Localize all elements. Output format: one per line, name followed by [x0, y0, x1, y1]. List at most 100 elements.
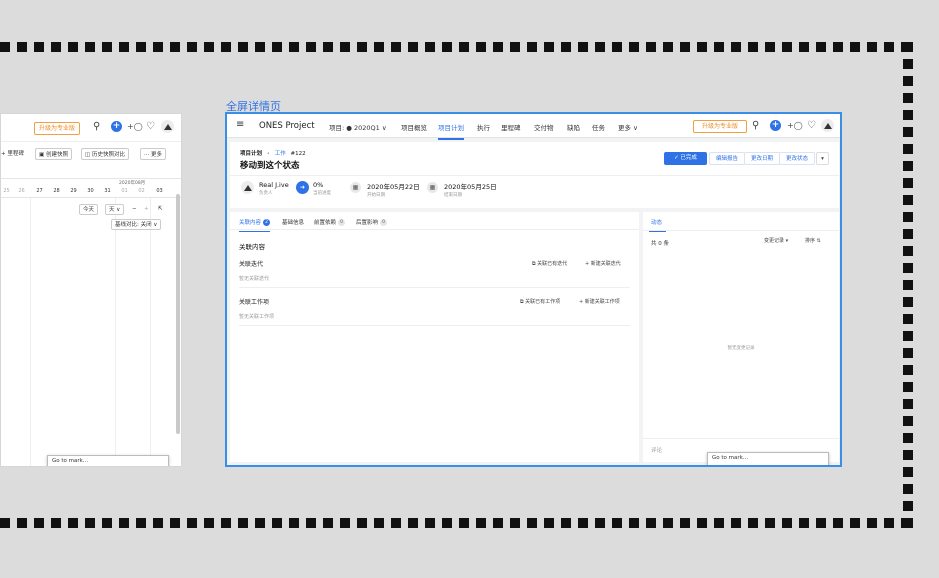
tab-basic-info[interactable]: 基础信息 — [282, 218, 304, 226]
link-existing-workitem-button[interactable]: ⧉ 关联已有工作项 — [520, 298, 560, 305]
edit-report-button[interactable]: 编辑报告 — [709, 152, 746, 165]
add-member-icon[interactable]: +◯ — [787, 121, 803, 131]
avatar[interactable] — [821, 119, 834, 132]
calendar-header: 2020年08月 25 26 27 28 29 30 31 01 02 03 — [1, 178, 181, 198]
nav-item-more[interactable]: 更多 ∨ — [618, 122, 638, 132]
search-icon[interactable]: ⚲ — [752, 121, 759, 131]
calendar-month: 2020年08月 — [119, 181, 146, 186]
nav-item-deliverable[interactable]: 交付物 — [534, 122, 554, 132]
more-button[interactable]: ··· 更多 — [140, 148, 166, 160]
change-log-filter[interactable]: 变更记录 ▾ — [761, 237, 791, 247]
tab-predecessor[interactable]: 前置依赖 0 — [314, 218, 346, 226]
gantt-column-line — [30, 198, 31, 466]
history-compare-button[interactable]: ◫ 历史快照对比 — [81, 148, 129, 160]
upgrade-button[interactable]: 升级为专业版 — [693, 120, 748, 133]
progress-arrow-icon: ➜ — [296, 181, 309, 194]
zoom-in-button[interactable]: + — [144, 203, 149, 215]
nav-item-defect[interactable]: 缺陷 — [567, 122, 580, 132]
calendar-day: 29 — [70, 188, 77, 194]
goto-mark-popup[interactable]: Go to mark... — [707, 452, 829, 465]
zoom-out-button[interactable]: − — [132, 203, 137, 215]
goto-mark-popup[interactable]: Go to mark... — [47, 455, 169, 466]
workitem-label: 关联工作项 — [239, 299, 270, 306]
tab-count-badge: 0 — [338, 219, 346, 226]
gantt-column-line — [115, 198, 116, 466]
owner-field[interactable]: Real J.ive 负责人 — [259, 181, 289, 196]
more-actions-dropdown[interactable]: ▾ — [816, 152, 829, 165]
related-content-panel: 关联内容 2 基础信息 前置依赖 0 后置影响 0 关联内容 关联迭代 ⧉ 关联已有迭… — [230, 212, 639, 462]
left-top-nav: 升级为专业版 ⚲ + +◯ ♡ — [1, 114, 181, 142]
nav-item-milestone[interactable]: 里程碑 — [501, 122, 521, 132]
dashed-frame-top — [0, 42, 912, 52]
tab-related[interactable]: 关联内容 2 — [239, 218, 271, 232]
bell-icon[interactable]: ♡ — [807, 121, 816, 131]
calendar-day: 02 — [138, 188, 145, 194]
tab-activity[interactable]: 动态 — [648, 218, 667, 232]
time-unit-select[interactable]: 天 ∨ — [105, 204, 125, 215]
work-item-header: 项目计划 • 工作 #122 移动到这个状态 ✓ 已完成 编辑报告 更改日期 更… — [230, 142, 839, 208]
change-date-button[interactable]: 更改日期 — [744, 152, 781, 165]
scrollbar[interactable] — [176, 194, 180, 434]
snapshot-icon: ▣ — [39, 152, 46, 158]
calendar-day: 25 — [3, 188, 10, 194]
start-date-field[interactable]: 2020年05月22日 开始日期 — [367, 181, 420, 198]
change-status-button[interactable]: 更改状态 — [779, 152, 816, 165]
search-icon[interactable]: ⚲ — [93, 122, 100, 132]
owner-avatar[interactable] — [241, 181, 254, 194]
nav-item-execute[interactable]: 执行 — [477, 122, 490, 132]
calendar-day: 28 — [53, 188, 60, 194]
status-done-button[interactable]: ✓ 已完成 — [664, 152, 707, 165]
bell-icon[interactable]: ♡ — [146, 122, 155, 132]
section-title: 关联内容 — [239, 243, 265, 251]
breadcrumb-link[interactable]: 工作 — [275, 151, 286, 157]
divider — [643, 438, 839, 439]
divider — [239, 325, 630, 326]
iteration-empty-text: 暂无关联迭代 — [239, 276, 270, 282]
avatar[interactable] — [161, 120, 174, 133]
project-dot-icon: ● — [346, 124, 355, 132]
calendar-icon: ▦ — [350, 182, 361, 193]
end-date-field[interactable]: 2020年05月25日 结束日期 — [444, 181, 497, 198]
nav-item-plan[interactable]: 项目计划 — [438, 122, 464, 140]
iteration-label: 关联迭代 — [239, 261, 264, 268]
brand-name[interactable]: ONES Project — [259, 121, 315, 131]
divider — [230, 175, 839, 176]
expand-icon[interactable]: ⇱ — [158, 203, 163, 215]
empty-state-text: 暂无变更记录 — [727, 346, 755, 351]
new-iteration-button[interactable]: + 新建关联迭代 — [585, 260, 621, 267]
add-member-icon[interactable]: +◯ — [127, 122, 143, 132]
dashed-frame-bottom — [0, 518, 912, 528]
workitem-empty-text: 暂无关联工作项 — [239, 314, 275, 320]
sort-button[interactable]: 排序 ⇅ — [802, 237, 824, 247]
calendar-icon: ▦ — [427, 182, 438, 193]
breadcrumb: 项目计划 • 工作 #122 — [240, 151, 306, 157]
tab-count-badge: 0 — [380, 219, 388, 226]
gantt-column-line — [150, 198, 151, 466]
new-workitem-button[interactable]: + 新建关联工作项 — [579, 298, 620, 305]
milestone-button[interactable]: + 里程碑 — [1, 148, 24, 160]
upgrade-button[interactable]: 升级为专业版 — [34, 122, 81, 135]
compare-icon: ◫ — [85, 152, 92, 158]
comment-input[interactable]: 评论 — [651, 446, 662, 454]
baseline-compare-select[interactable]: 基线对比: 关闭 ∨ — [111, 219, 162, 230]
detail-tabs: 关联内容 2 基础信息 前置依赖 0 后置影响 0 — [230, 212, 639, 232]
create-snapshot-button[interactable]: ▣ 创建快照 — [35, 148, 72, 160]
add-icon[interactable]: + — [770, 120, 781, 131]
dashed-frame-right — [903, 42, 913, 528]
calendar-day: 26 — [18, 188, 25, 194]
calendar-day: 01 — [121, 188, 128, 194]
gantt-toolbar: + 里程碑 ▣ 创建快照 ◫ 历史快照对比 ··· 更多 — [1, 148, 181, 162]
link-existing-iteration-button[interactable]: ⧉ 关联已有迭代 — [532, 260, 567, 267]
add-icon[interactable]: + — [111, 121, 122, 132]
nav-item-overview[interactable]: 项目概览 — [401, 122, 427, 132]
menu-icon[interactable]: ≡ — [236, 119, 244, 130]
project-selector[interactable]: 项目: ● 2020Q1 ∨ — [329, 122, 387, 132]
tab-successor[interactable]: 后置影响 0 — [356, 218, 388, 226]
nav-item-task[interactable]: 任务 — [592, 122, 605, 132]
progress-field[interactable]: 0% 当前进度 — [313, 181, 331, 196]
tab-count-badge: 2 — [263, 219, 271, 226]
today-button[interactable]: 今天 — [79, 204, 99, 215]
left-gantt-screenshot: 升级为专业版 ⚲ + +◯ ♡ + 里程碑 ▣ 创建快照 ◫ 历史快照对比 ··… — [0, 113, 182, 467]
calendar-day: 30 — [87, 188, 94, 194]
calendar-day: 27 — [36, 188, 43, 194]
